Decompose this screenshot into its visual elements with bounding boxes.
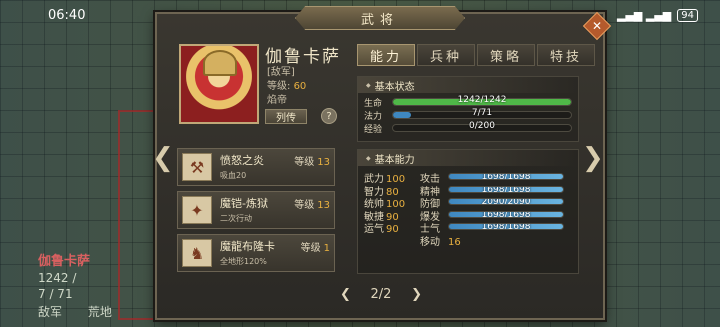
status-value: 7/71 xyxy=(471,108,493,118)
unit-side-label: 敌军 xyxy=(38,305,63,319)
skill-item[interactable]: ✦ 魔铠-炼狱二次行动 等级 13 xyxy=(177,191,335,229)
biography-button[interactable]: 列传 xyxy=(265,109,307,124)
ability-stat: 运气 90 xyxy=(364,220,399,235)
unit-mp: 7 / 71 xyxy=(38,287,73,301)
combat-stat-bar: 1698/1698 xyxy=(448,223,564,230)
skill-level-value: 13 xyxy=(317,200,330,211)
ability-label: 运气 xyxy=(364,224,384,235)
move-label: 移动 xyxy=(420,236,440,248)
skill-item[interactable]: ♞ 魔龍布隆卡全地形120% 等级 1 xyxy=(177,234,335,272)
general-class: 焰帝 xyxy=(267,95,287,106)
skill-level-value: 1 xyxy=(323,243,330,254)
basic-ability-heading: 基本能力 xyxy=(358,150,578,166)
skill-name: 魔龍布隆卡 xyxy=(220,240,275,253)
general-name: 伽鲁卡萨 xyxy=(265,47,341,67)
skill-desc: 吸血20 xyxy=(220,171,247,180)
status-row: 经验 0/200 xyxy=(358,121,578,135)
skill-name: 愤怒之炎 xyxy=(220,154,264,167)
combat-stat-bar: 1698/1698 xyxy=(448,173,564,180)
tab-special-skill[interactable]: 特技 xyxy=(537,44,595,66)
skill-desc: 二次行动 xyxy=(220,214,252,223)
signal-icon: ▂▄▆ ▂▄▆ xyxy=(617,8,672,22)
helmet-icon xyxy=(203,50,237,76)
close-icon: ✕ xyxy=(591,19,603,33)
combat-stat-value: 1698/1698 xyxy=(481,223,531,230)
status-label: 经验 xyxy=(364,125,383,135)
status-label: 生命 xyxy=(364,99,383,109)
status-value: 1242/1242 xyxy=(457,95,507,105)
status-value: 0/200 xyxy=(469,121,495,131)
skill-level: 等级 13 xyxy=(294,196,330,211)
move-value: 16 xyxy=(448,236,461,248)
help-icon[interactable]: ? xyxy=(321,108,337,124)
combat-stat-value: 1698/1698 xyxy=(481,173,531,180)
skill-desc: 全地形120% xyxy=(220,257,267,266)
tab-bar: 能力 兵种 策略 特技 xyxy=(357,44,595,66)
page-indicator: 2/2 xyxy=(370,287,392,302)
skill-level-label: 等级 xyxy=(294,200,315,211)
dragon-mount-icon: ♞ xyxy=(182,239,212,267)
basic-status-panel: 基本状态 生命 1242/1242 法力 7/71 经验 0/200 xyxy=(357,76,579,142)
tab-troop-type[interactable]: 兵种 xyxy=(417,44,475,66)
dialog-title: 武将 xyxy=(295,6,465,30)
prev-page-icon[interactable]: ❮ xyxy=(340,287,351,302)
unit-terrain-label: 荒地 xyxy=(87,305,112,319)
skill-level-label: 等级 xyxy=(294,157,315,168)
armor-icon: ✦ xyxy=(182,196,212,224)
tab-strategy[interactable]: 策略 xyxy=(477,44,535,66)
general-level: 60 xyxy=(293,81,307,92)
skill-level-value: 13 xyxy=(317,157,330,168)
next-general-icon[interactable]: ❯ xyxy=(582,143,604,173)
skill-level-label: 等级 xyxy=(300,243,321,254)
skill-item[interactable]: ⚒ 愤怒之炎吸血20 等级 13 xyxy=(177,148,335,186)
unit-name: 伽鲁卡萨 xyxy=(38,254,91,269)
skill-name: 魔铠-炼狱 xyxy=(220,197,268,210)
combat-stat-value: 2090/2090 xyxy=(481,198,531,205)
basic-status-heading: 基本状态 xyxy=(358,77,578,93)
general-faction: [敌军] xyxy=(267,67,295,78)
general-meta: [敌军] 等级: 60 焰帝 xyxy=(267,66,306,108)
pagination: ❮ 2/2 ❯ xyxy=(340,287,422,302)
combat-stat-bar: 1698/1698 xyxy=(448,185,564,193)
skill-level: 等级 1 xyxy=(301,239,330,254)
unit-hp: 1242 / xyxy=(38,271,77,285)
general-portrait xyxy=(179,44,259,124)
general-dialog: 武将 伽鲁卡萨 [敌军] 等级: 60 焰帝 列传 ? 能力 兵种 策略 特技 … xyxy=(155,6,605,320)
combat-stat-value: 1698/1698 xyxy=(481,210,531,218)
next-page-icon[interactable]: ❯ xyxy=(411,287,422,302)
combat-stat-bar: 2090/2090 xyxy=(448,198,564,205)
clock: 06:40 xyxy=(48,7,86,23)
tab-ability[interactable]: 能力 xyxy=(357,44,415,66)
move-stat: 移动 16 xyxy=(420,233,461,248)
skill-level: 等级 13 xyxy=(294,153,330,168)
combat-stat-value: 1698/1698 xyxy=(481,185,531,193)
battery-icon: 94 xyxy=(677,8,698,22)
ability-value: 90 xyxy=(386,224,399,235)
skill-list: ⚒ 愤怒之炎 吸血20 等级 13 ✦ 魔铠-炼狱 二次行动 等级 13 ♞ 魔龍布隆卡 全地形120%… xyxy=(177,148,335,277)
combat-stat-bar: 1698/1698 xyxy=(448,210,564,218)
general-level-label: 等级: xyxy=(267,81,291,92)
axe-icon: ⚒ xyxy=(182,153,212,181)
unit-side: 敌军 荒地 xyxy=(38,303,158,320)
status-icons: ▂▄▆ ▂▄▆ 94 xyxy=(617,8,698,22)
status-label: 法力 xyxy=(364,112,383,122)
basic-ability-panel: 基本能力 武力100智力80统帅100敏捷90运气90攻击1698/1698精神… xyxy=(357,149,579,274)
prev-general-icon[interactable]: ❮ xyxy=(152,143,174,173)
general-level-line: 等级: 60 xyxy=(267,80,306,94)
unit-info-panel: 伽鲁卡萨 1242 / 7 / 71 敌军 荒地 xyxy=(38,250,158,320)
